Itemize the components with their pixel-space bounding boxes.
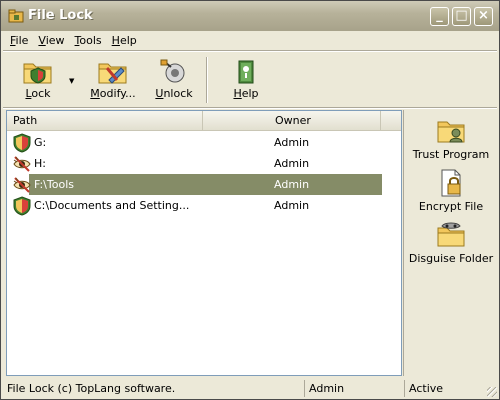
menu-bar: File View Tools Help (5, 32, 142, 50)
status-state: Active (404, 380, 496, 397)
status-bar: File Lock (c) TopLang software. Admin Ac… (1, 378, 499, 399)
status-user: Admin (304, 380, 402, 397)
lock-button[interactable]: Lock (15, 58, 61, 106)
status-info: File Lock (c) TopLang software. (7, 382, 176, 395)
disguise-folder-label: Disguise Folder (408, 252, 494, 265)
encrypt-file-label: Encrypt File (418, 200, 484, 213)
encrypt-file-button[interactable]: Encrypt File (404, 168, 498, 213)
row-path: F:\Tools (34, 178, 74, 191)
shield-icon (13, 196, 31, 216)
trust-program-button[interactable]: Trust Program (404, 116, 498, 161)
title-bar[interactable]: File Lock _ □ × (1, 1, 499, 31)
table-row[interactable]: C:\Documents and Setting... Admin (7, 195, 401, 216)
toolbar-divider (206, 57, 208, 103)
hidden-eye-icon (13, 156, 31, 172)
window-title: File Lock (28, 8, 93, 23)
list-header: Path Owner (7, 111, 401, 131)
toolbar-separator (3, 107, 497, 109)
modify-button[interactable]: Modify... (85, 58, 141, 106)
row-owner: Admin (274, 157, 310, 170)
table-row-selected[interactable]: F:\Tools Admin (7, 174, 401, 195)
close-button[interactable]: × (474, 7, 493, 26)
side-panel: Trust Program Encrypt File Disguise Fold… (403, 110, 497, 376)
app-lock-icon (8, 9, 24, 23)
column-header-path[interactable]: Path (7, 111, 203, 130)
locked-items-list[interactable]: Path Owner G: Admin H: Admin F:\Tools Ad… (6, 110, 402, 376)
lock-folder-icon (23, 63, 52, 84)
unlock-icon (160, 59, 185, 83)
table-row[interactable]: G: Admin (7, 132, 401, 153)
menu-view[interactable]: View (33, 32, 69, 50)
menu-tools[interactable]: Tools (70, 32, 107, 50)
disguise-folder-button[interactable]: Disguise Folder (404, 220, 498, 265)
table-row[interactable]: H: Admin (7, 153, 401, 174)
row-path: G: (34, 136, 47, 149)
resize-grip-icon[interactable] (487, 387, 497, 397)
modify-folder-icon (98, 63, 127, 84)
row-path: H: (34, 157, 46, 170)
column-header-owner[interactable]: Owner (269, 111, 381, 130)
unlock-button[interactable]: Unlock (151, 58, 197, 106)
trust-folder-icon (437, 121, 465, 143)
selection-highlight (29, 174, 382, 195)
app-window: File Lock _ □ × File View Tools Help Loc… (0, 0, 500, 400)
row-owner: Admin (274, 178, 310, 191)
column-header-spacer (203, 111, 269, 130)
row-owner: Admin (274, 199, 310, 212)
menu-help[interactable]: Help (107, 32, 142, 50)
help-button[interactable]: Help (223, 58, 269, 106)
hidden-eye-icon (13, 177, 31, 193)
maximize-button[interactable]: □ (452, 7, 471, 26)
lock-dropdown-arrow-icon[interactable]: ▼ (69, 77, 74, 85)
encrypt-file-icon (441, 169, 461, 197)
menu-file[interactable]: File (5, 32, 33, 50)
minimize-button[interactable]: _ (430, 7, 449, 26)
toolbar: Lock ▼ Modify... Unlock Help (1, 52, 499, 107)
shield-icon (13, 133, 31, 153)
row-owner: Admin (274, 136, 310, 149)
row-path: C:\Documents and Setting... (34, 199, 190, 212)
disguise-folder-icon (437, 222, 465, 247)
trust-program-label: Trust Program (412, 148, 490, 161)
help-book-icon (238, 60, 254, 84)
